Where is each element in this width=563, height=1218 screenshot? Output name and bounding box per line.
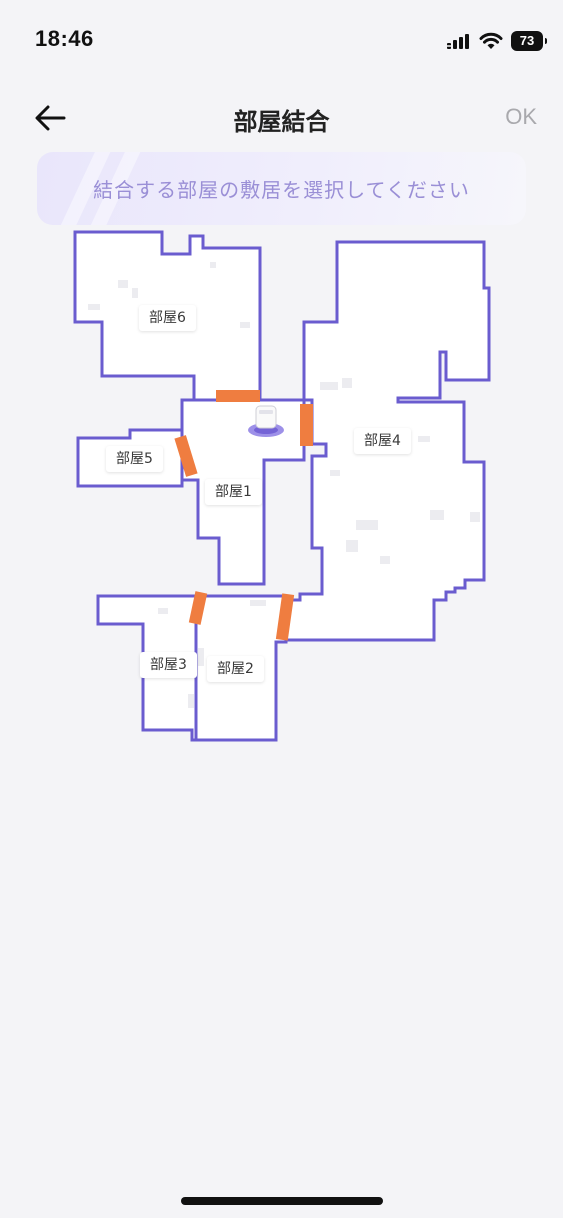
room-label-4[interactable]: 部屋4 [354,428,411,454]
room-label-6[interactable]: 部屋6 [139,305,196,331]
room-label-3[interactable]: 部屋3 [140,652,197,678]
threshold-1-4[interactable] [300,404,313,446]
room-label-2[interactable]: 部屋2 [207,656,264,682]
room-label-1[interactable]: 部屋1 [205,479,262,505]
room-merge-screen: 18:46 73 部屋結合 OK 結合する部屋の敷居を選択してください 部屋6 … [0,0,563,1218]
threshold-1-6[interactable] [216,390,260,402]
room-label-5[interactable]: 部屋5 [106,446,163,472]
home-indicator[interactable] [181,1197,383,1205]
floor-map [73,230,491,742]
